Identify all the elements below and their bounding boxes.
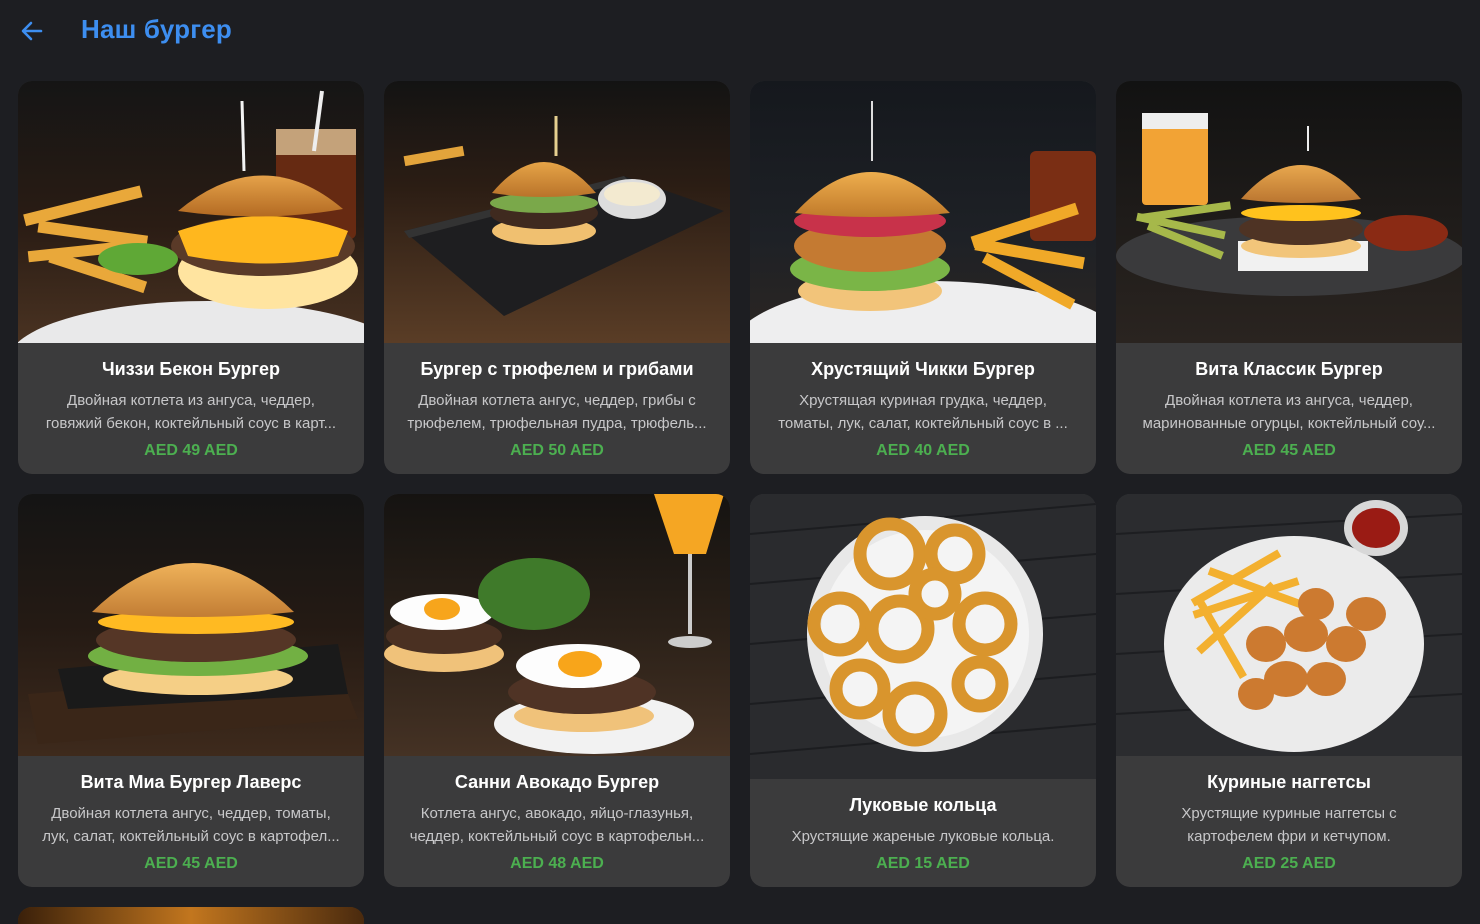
- menu-item-card-partial[interactable]: [18, 907, 364, 924]
- menu-item-name: Вита Классик Бургер: [1195, 359, 1383, 379]
- menu-item-info: Санни Авокадо Бургер Котлета ангус, авок…: [384, 772, 730, 887]
- menu-item-card[interactable]: Хрустящий Чикки Бургер Хрустящая куриная…: [750, 81, 1096, 474]
- nuggets-photo: [1116, 494, 1462, 756]
- menu-item-description: Хрустящие жареные луковые кольца.: [791, 828, 1055, 845]
- menu-item-price: AED 15 AED: [876, 855, 970, 872]
- menu-item-info: Бургер с трюфелем и грибами Двойная котл…: [384, 359, 730, 474]
- menu-item-description: Котлета ангус, авокадо, яйцо-глазунья, че…: [409, 805, 705, 845]
- menu-item-description: Двойная котлета из ангуса, чеддер, марино…: [1142, 392, 1436, 432]
- menu-item-price: AED 48 AED: [510, 855, 604, 872]
- menu-item-price: AED 50 AED: [510, 442, 604, 459]
- menu-item-description: Двойная котлета ангус, чеддер, грибы с тр…: [407, 392, 707, 432]
- menu-item-description: Хрустящие куриные наггетсы с картофелем ф…: [1181, 805, 1397, 845]
- page-title: Наш бургер: [81, 14, 233, 44]
- menu-item-description: Хрустящая куриная грудка, чеддер, томаты,…: [778, 392, 1068, 432]
- burger-tray-photo: [384, 81, 730, 343]
- menu-item-card[interactable]: Вита Классик Бургер Двойная котлета из а…: [1116, 81, 1462, 474]
- menu-item-card[interactable]: Санни Авокадо Бургер Котлета ангус, авок…: [384, 494, 730, 887]
- menu-item-description: Двойная котлета ангус, чеддер, томаты, лу…: [42, 805, 340, 845]
- classic-burger-photo: [1116, 81, 1462, 343]
- chicken-burger-photo: [750, 81, 1096, 343]
- back-button[interactable]: [18, 17, 46, 45]
- menu-item-name: Луковые кольца: [849, 795, 997, 815]
- header: Наш бургер: [0, 0, 1480, 64]
- menu-item-price: AED 45 AED: [1242, 442, 1336, 459]
- menu-item-price: AED 25 AED: [1242, 855, 1336, 872]
- menu-item-price: AED 49 AED: [144, 442, 238, 459]
- egg-burger-photo: [384, 494, 730, 756]
- menu-item-description: Двойная котлета из ангуса, чеддер, говяжи…: [45, 392, 337, 432]
- menu-item-price: AED 40 AED: [876, 442, 970, 459]
- arrow-left-icon: [21, 21, 43, 41]
- menu-item-info: Вита Классик Бургер Двойная котлета из а…: [1116, 359, 1462, 474]
- burger-board-photo: [18, 494, 364, 756]
- burger-fries-photo: [18, 81, 364, 343]
- menu-item-name: Санни Авокадо Бургер: [454, 772, 660, 792]
- menu-item-name: Бургер с трюфелем и грибами: [420, 359, 694, 379]
- menu-item-name: Куриные наггетсы: [1207, 772, 1371, 792]
- menu-item-info: Чиззи Бекон Бургер Двойная котлета из ан…: [18, 359, 364, 474]
- menu-item-info: Вита Миа Бургер Лаверс Двойная котлета а…: [18, 772, 364, 887]
- food-photo: [18, 907, 364, 924]
- menu-item-card[interactable]: Луковые кольца Хрустящие жареные луковые…: [750, 494, 1096, 887]
- menu-item-card[interactable]: Бургер с трюфелем и грибами Двойная котл…: [384, 81, 730, 474]
- menu-item-name: Хрустящий Чикки Бургер: [811, 359, 1035, 379]
- menu-item-price: AED 45 AED: [144, 855, 238, 872]
- menu-item-name: Вита Миа Бургер Лаверс: [80, 772, 302, 792]
- menu-item-card[interactable]: Вита Миа Бургер Лаверс Двойная котлета а…: [18, 494, 364, 887]
- menu-item-card[interactable]: Чиззи Бекон Бургер Двойная котлета из ан…: [18, 81, 364, 474]
- menu-item-info: Луковые кольца Хрустящие жареные луковые…: [750, 795, 1096, 887]
- menu-item-name: Чиззи Бекон Бургер: [102, 359, 280, 379]
- menu-item-info: Хрустящий Чикки Бургер Хрустящая куриная…: [750, 359, 1096, 474]
- menu-item-info: Куриные наггетсы Хрустящие куриные нагге…: [1116, 772, 1462, 887]
- onion-rings-photo: [750, 494, 1096, 779]
- menu-item-card[interactable]: Куриные наггетсы Хрустящие куриные нагге…: [1116, 494, 1462, 887]
